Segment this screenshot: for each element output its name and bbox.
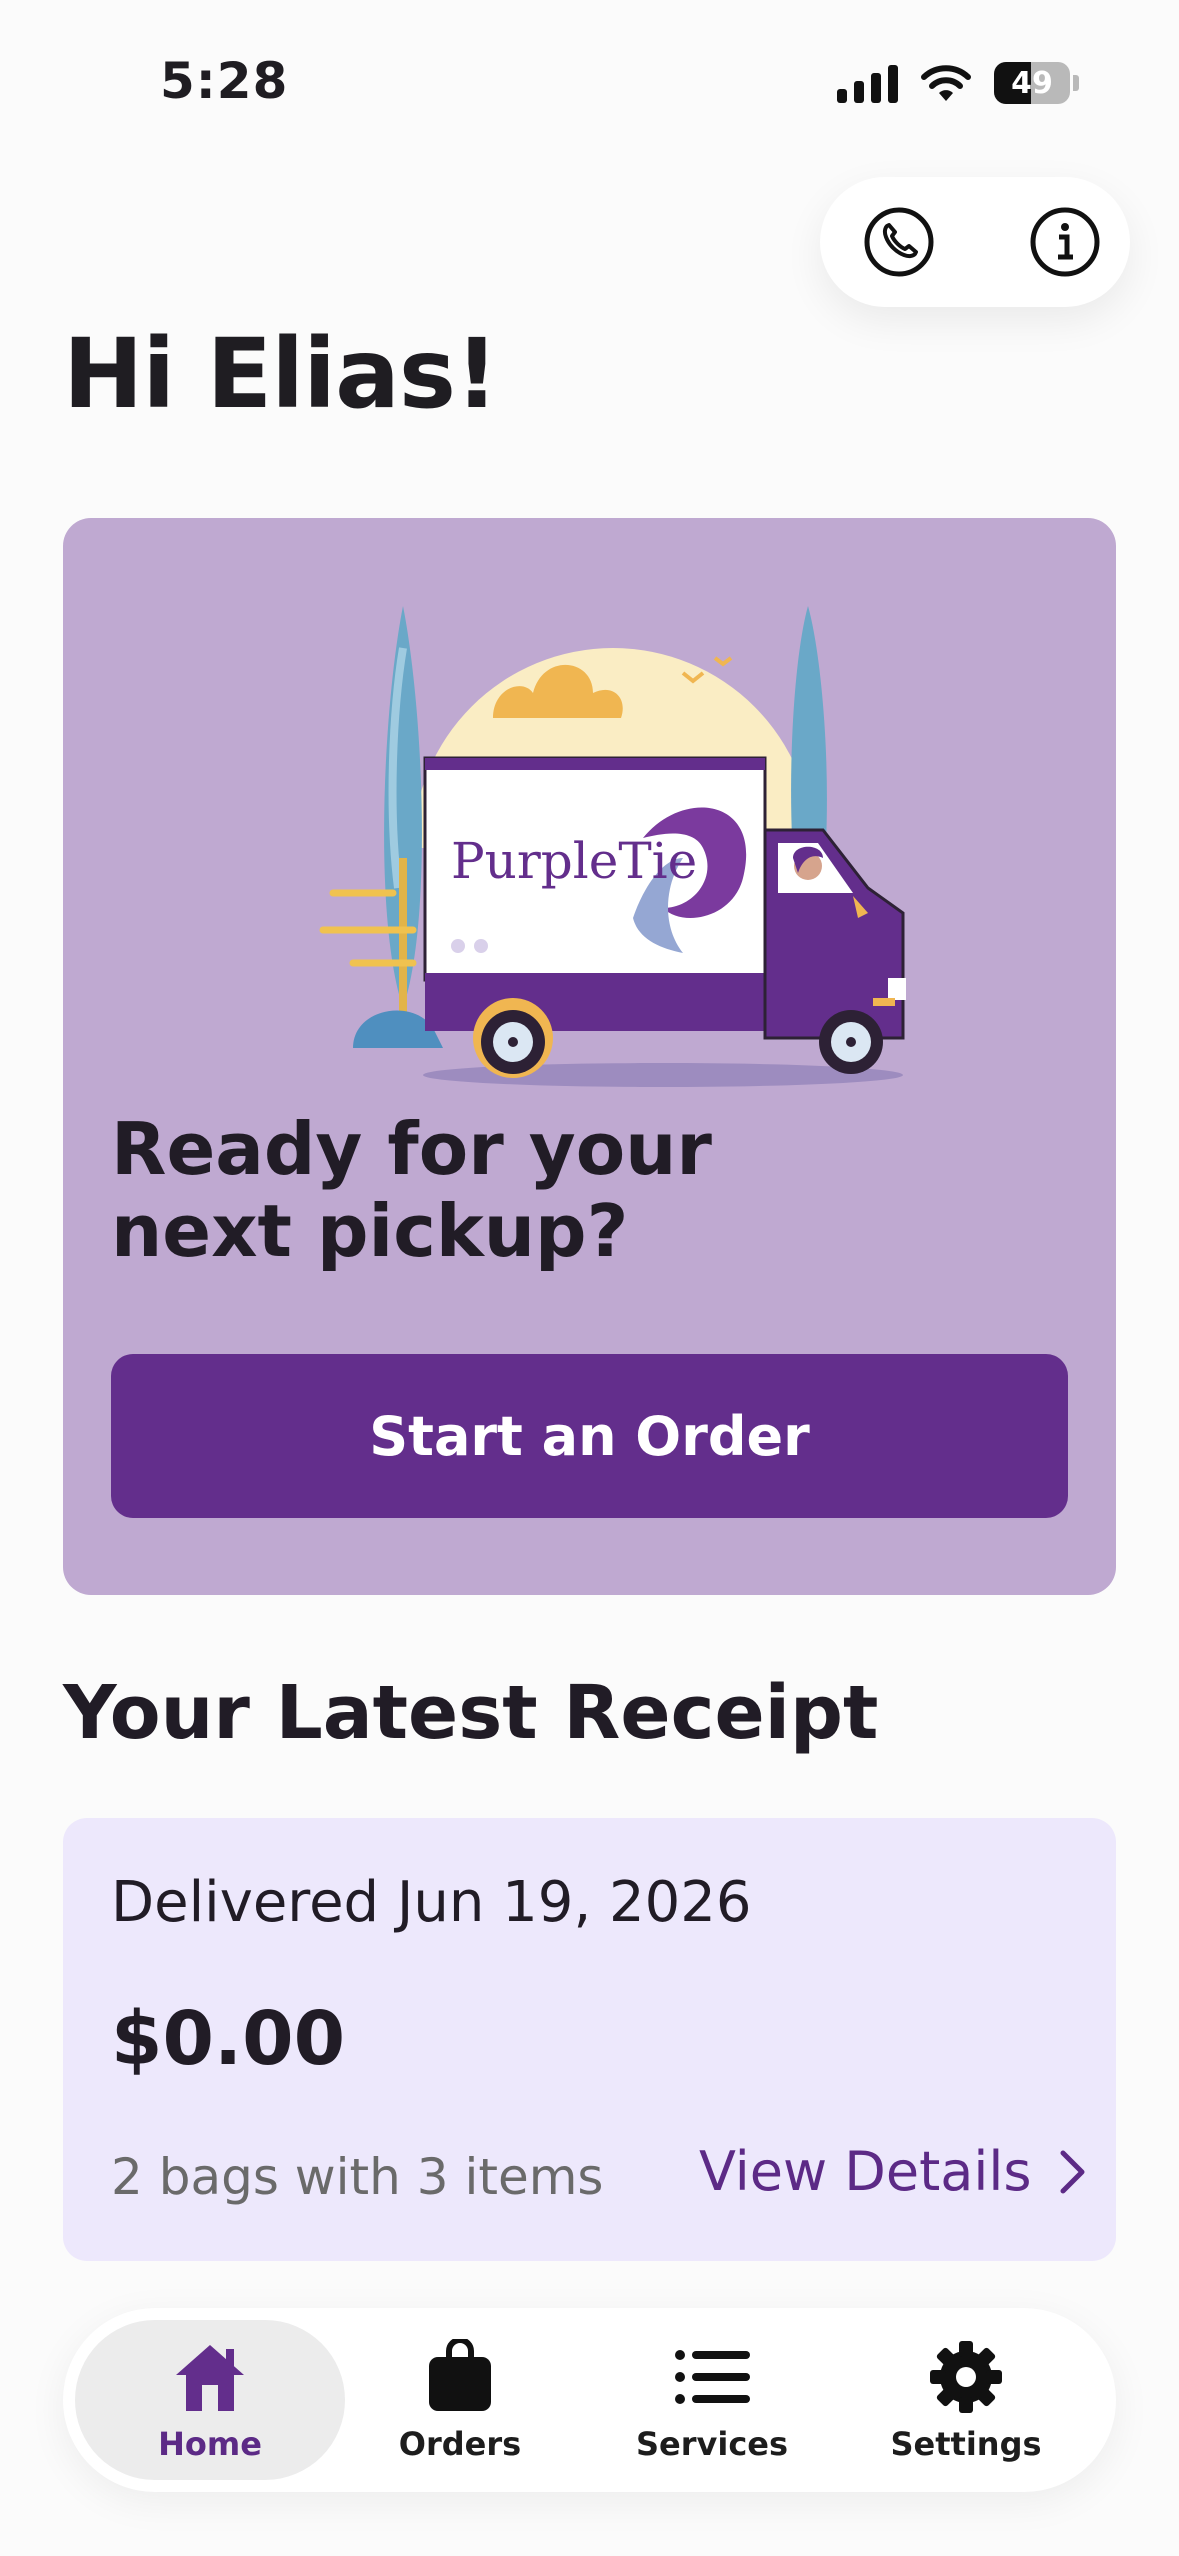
info-icon [1030, 207, 1100, 277]
call-button[interactable] [859, 202, 939, 282]
info-button[interactable] [1025, 202, 1105, 282]
status-icons: 49 [837, 62, 1079, 104]
shopping-bag-icon [420, 2337, 500, 2417]
view-details-label: View Details [699, 2140, 1032, 2203]
status-time: 5:28 [160, 52, 289, 110]
tab-home-label: Home [158, 2425, 262, 2463]
tab-settings-label: Settings [890, 2425, 1042, 2463]
pickup-title-line2: next pickup? [111, 1189, 629, 1273]
tab-services-label: Services [635, 2425, 789, 2463]
battery-icon: 49 [994, 62, 1070, 104]
tab-orders-label: Orders [398, 2425, 522, 2463]
latest-receipt-card[interactable]: Delivered Jun 19, 2026 $0.00 2 bags with… [63, 1818, 1116, 2261]
receipt-item-summary: 2 bags with 3 items [111, 2148, 604, 2206]
latest-receipt-title: Your Latest Receipt [63, 1670, 879, 1756]
tab-bar: Home Orders Services Settings [63, 2308, 1116, 2492]
chevron-right-icon [1060, 2150, 1085, 2193]
tab-settings[interactable]: Settings [831, 2320, 1101, 2480]
gear-icon [926, 2337, 1006, 2417]
home-icon [170, 2337, 250, 2417]
receipt-total: $0.00 [111, 1996, 346, 2082]
tab-orders[interactable]: Orders [325, 2320, 595, 2480]
cellular-signal-icon [837, 63, 898, 103]
tab-services[interactable]: Services [577, 2320, 847, 2480]
truck-brand-text: PurpleTie [451, 832, 697, 890]
battery-level: 49 [1011, 65, 1053, 101]
receipt-delivered-date: Delivered Jun 19, 2026 [111, 1870, 752, 1935]
pickup-title: Ready for your next pickup? [111, 1108, 811, 1272]
start-order-button[interactable]: Start an Order [111, 1354, 1068, 1518]
greeting: Hi Elias! [63, 318, 499, 430]
phone-icon [864, 207, 934, 277]
wifi-icon [921, 65, 971, 101]
pickup-title-line1: Ready for your [111, 1107, 712, 1191]
quick-actions [820, 177, 1130, 307]
view-details-link[interactable]: View Details [699, 2140, 1088, 2203]
pickup-card: PurpleTie Ready for your next pickup? St… [63, 518, 1116, 1595]
delivery-truck-illustration: PurpleTie [319, 606, 906, 1087]
list-icon [672, 2337, 752, 2417]
status-bar: 5:28 49 [0, 0, 1179, 150]
tab-home[interactable]: Home [75, 2320, 345, 2480]
